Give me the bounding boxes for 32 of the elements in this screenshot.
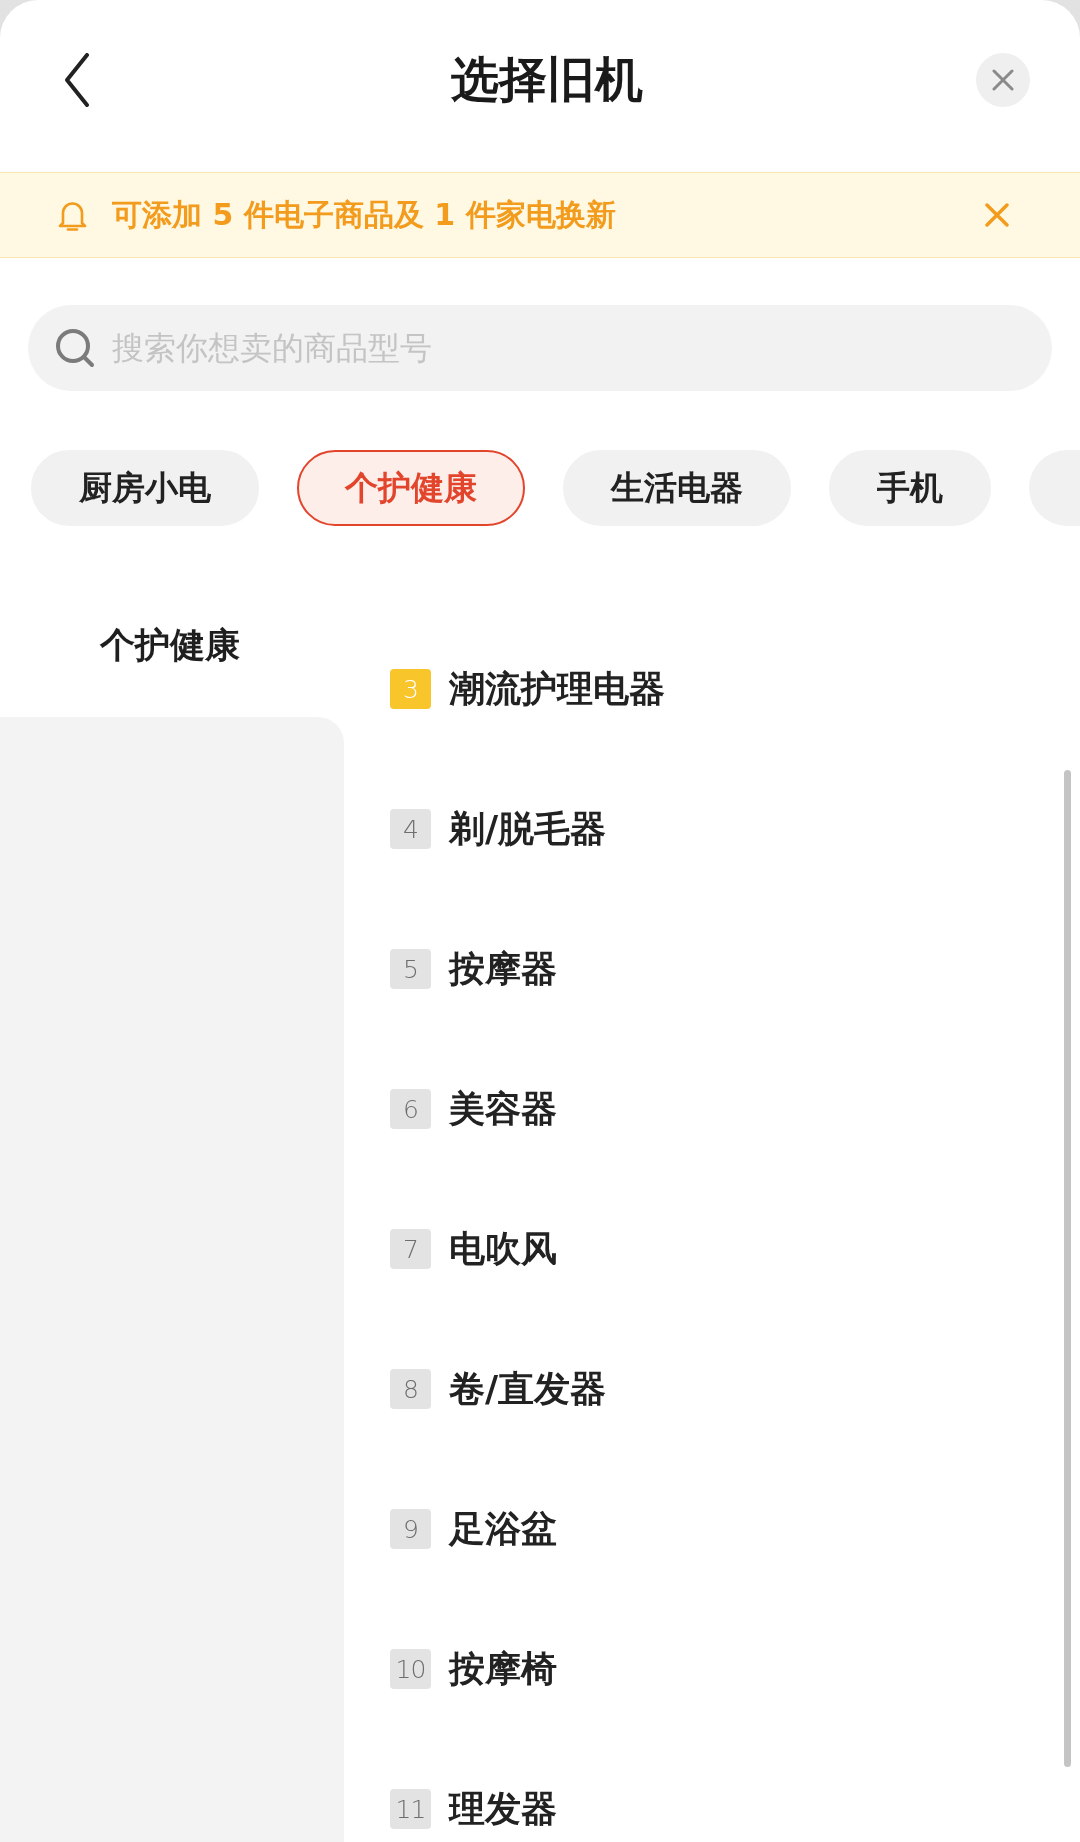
- rank-badge: 6: [390, 1089, 431, 1129]
- back-button[interactable]: [64, 53, 90, 107]
- search-icon: [55, 328, 95, 368]
- notice-text: 可添加 5 件电子商品及 1 件家电换新: [112, 195, 616, 234]
- rank-badge: 4: [390, 809, 431, 849]
- category-chip[interactable]: 生活电器: [563, 450, 791, 526]
- product-type-item[interactable]: 卷/直发器: [449, 1364, 607, 1414]
- product-type-item[interactable]: 足浴盆: [449, 1504, 557, 1554]
- chevron-left-icon: [64, 53, 90, 107]
- product-type-item[interactable]: 按摩椅: [449, 1644, 557, 1694]
- rank-badge: 5: [390, 949, 431, 989]
- close-icon: [992, 69, 1014, 91]
- rank-badge: 10: [390, 1649, 431, 1689]
- product-type-item[interactable]: 按摩器: [449, 944, 557, 994]
- rank-badge: 9: [390, 1509, 431, 1549]
- close-button[interactable]: [976, 53, 1030, 107]
- rank-badge: 8: [390, 1369, 431, 1409]
- scrollbar-thumb[interactable]: [1064, 770, 1071, 1767]
- product-type-item[interactable]: 理发器: [449, 1784, 557, 1834]
- page-title: 选择旧机: [451, 51, 643, 109]
- rank-badge: 7: [390, 1229, 431, 1269]
- category-chip[interactable]: 厨房小电: [31, 450, 259, 526]
- product-type-item[interactable]: 剃/脱毛器: [449, 804, 607, 854]
- product-type-item[interactable]: 美容器: [449, 1084, 557, 1134]
- category-chip[interactable]: 个护健康: [297, 450, 525, 526]
- rank-badge: 3: [390, 669, 431, 709]
- rank-badge: 11: [390, 1789, 431, 1829]
- dismiss-button[interactable]: [985, 203, 1009, 227]
- category-chip[interactable]: 手机: [829, 450, 991, 526]
- product-type-item[interactable]: 电吹风: [449, 1224, 557, 1274]
- close-icon: [985, 203, 1009, 227]
- product-type-item[interactable]: 潮流护理电器: [449, 664, 665, 714]
